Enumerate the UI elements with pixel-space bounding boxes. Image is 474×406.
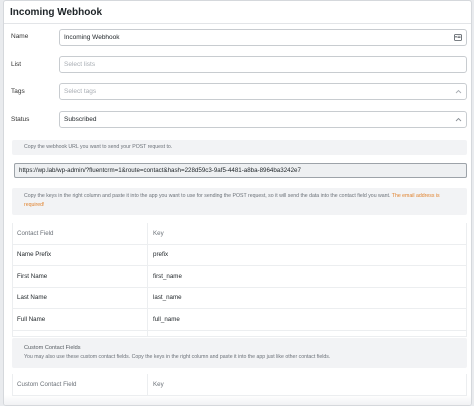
list-label: List: [11, 61, 22, 68]
contact-field-cell: First Name: [13, 266, 148, 287]
incoming-webhook-dialog: Incoming Webhook Name Incoming Webhook L…: [3, 0, 472, 406]
dialog-title: Incoming Webhook: [10, 7, 103, 18]
contact-field-cell: Last Name: [13, 287, 148, 308]
custom-fields-info-box: Custom Contact Fields You may also use t…: [12, 338, 467, 368]
custom-fields-heading: Custom Contact Fields: [24, 345, 81, 351]
contact-card-icon: [454, 34, 462, 42]
webhook-url-value: https://wp.lab/wp-admin/?fluentcrm=1&rou…: [19, 167, 301, 174]
webhook-url-instruction-box: Copy the webhook URL you want to send yo…: [12, 140, 467, 155]
contact-field-cell: [13, 330, 148, 336]
key-cell: [148, 331, 466, 336]
webhook-url-field[interactable]: https://wp.lab/wp-admin/?fluentcrm=1&rou…: [14, 163, 467, 178]
custom-fields-description: You may also use these custom contact fi…: [24, 354, 331, 360]
chevron-up-icon[interactable]: [454, 88, 462, 96]
tags-select[interactable]: Select tags: [59, 83, 467, 100]
key-cell[interactable]: first_name: [148, 266, 466, 287]
name-input[interactable]: Incoming Webhook: [59, 29, 467, 46]
header-contact-field: Contact Field: [13, 223, 148, 244]
keys-instruction: Copy the keys in the right column and pa…: [24, 193, 391, 199]
tags-label: Tags: [11, 88, 25, 95]
table-row: Name Prefix prefix: [13, 244, 466, 266]
scroll-fade: [4, 395, 471, 405]
title-divider: [4, 23, 471, 24]
webhook-url-instruction: Copy the webhook URL you want to send yo…: [24, 144, 173, 150]
contact-field-cell: Full Name: [13, 309, 148, 330]
table-header-row: Contact Field Key: [13, 223, 466, 245]
list-select[interactable]: Select lists: [59, 56, 467, 73]
keys-instruction-box: Copy the keys in the right column and pa…: [12, 188, 467, 215]
name-label: Name: [11, 33, 29, 40]
custom-fields-table: Custom Contact Field Key: [12, 374, 467, 396]
status-label: Status: [11, 116, 30, 123]
chevron-up-icon[interactable]: [454, 116, 462, 124]
header-custom-contact-field: Custom Contact Field: [13, 374, 148, 395]
contact-fields-table: Contact Field Key Name Prefix prefix Fir…: [12, 223, 467, 337]
key-cell[interactable]: full_name: [148, 309, 466, 330]
tags-select-placeholder: Select tags: [64, 88, 97, 95]
header-key: Key: [153, 229, 164, 237]
table-row: Last Name last_name: [13, 287, 466, 309]
status-select[interactable]: Subscribed: [59, 111, 467, 128]
contact-field-cell: Name Prefix: [13, 244, 148, 265]
table-header-row: Custom Contact Field Key: [13, 374, 466, 396]
header-key: Key: [153, 380, 164, 388]
name-input-value: Incoming Webhook: [64, 34, 120, 41]
table-row: Full Name full_name: [13, 309, 466, 331]
table-row: First Name first_name: [13, 266, 466, 288]
key-cell[interactable]: prefix: [148, 245, 466, 266]
table-row-partial: [13, 330, 466, 337]
list-select-placeholder: Select lists: [64, 61, 96, 68]
key-cell[interactable]: last_name: [148, 288, 466, 309]
status-select-value: Subscribed: [64, 116, 97, 123]
